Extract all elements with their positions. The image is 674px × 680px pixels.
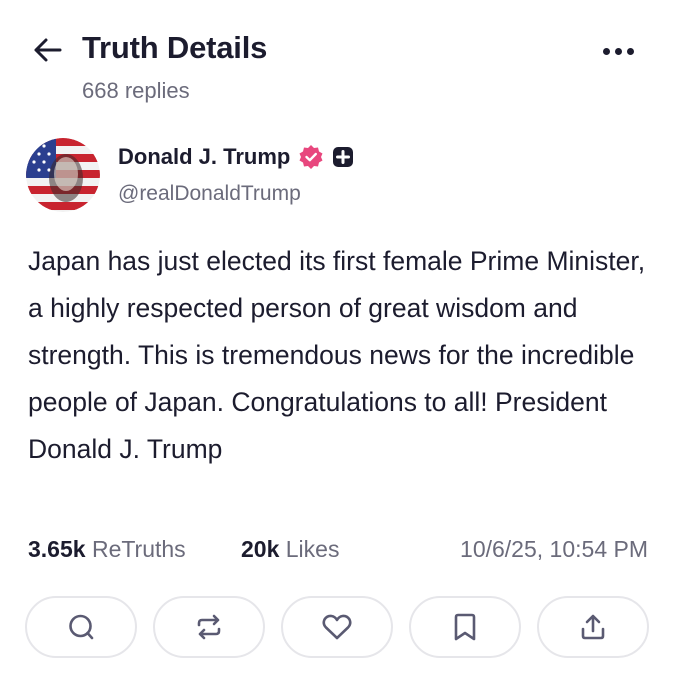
- share-icon: [581, 614, 605, 640]
- reply-icon: [69, 614, 94, 640]
- avatar[interactable]: [26, 138, 100, 212]
- reply-button[interactable]: [25, 596, 137, 658]
- plus-badge-icon: [332, 146, 354, 168]
- retruths-label: ReTruths: [91, 536, 186, 562]
- likes-label: Likes: [285, 536, 340, 562]
- like-button[interactable]: [281, 596, 393, 658]
- page-title: Truth Details: [82, 30, 268, 65]
- author-name[interactable]: Donald J. Trump: [118, 144, 290, 170]
- likes-count: 20k: [241, 536, 280, 562]
- more-options-button[interactable]: [596, 36, 640, 66]
- author-info: Donald J. Trump @realDonaldTrump: [26, 132, 646, 214]
- like-heart-icon: [322, 614, 352, 640]
- post-timestamp: 10/6/25, 10:54 PM: [460, 536, 648, 562]
- arrow-left-icon: [34, 38, 62, 62]
- bookmark-button[interactable]: [409, 596, 521, 658]
- retruths-stat[interactable]: 3.65k ReTruths: [28, 536, 186, 563]
- more-horizontal-icon: [602, 47, 610, 55]
- action-bar: [0, 596, 674, 660]
- likes-stat[interactable]: 20k Likes: [241, 536, 339, 563]
- header: Truth Details 668 replies: [0, 0, 674, 110]
- back-button[interactable]: [30, 34, 64, 66]
- bookmark-icon: [454, 613, 476, 641]
- replies-count: 668 replies: [82, 78, 190, 103]
- post-text: Japan has just elected its first female …: [28, 246, 646, 464]
- retruths-count: 3.65k: [28, 536, 86, 562]
- retruth-button[interactable]: [153, 596, 265, 658]
- verified-check-icon: [298, 144, 324, 170]
- author-handle[interactable]: @realDonaldTrump: [118, 182, 301, 206]
- retruth-icon: [197, 614, 221, 640]
- post-stats: 3.65k ReTruths 20k Likes 10/6/25, 10:54 …: [28, 536, 648, 570]
- share-button[interactable]: [537, 596, 649, 658]
- author-name-row: Donald J. Trump: [118, 144, 354, 170]
